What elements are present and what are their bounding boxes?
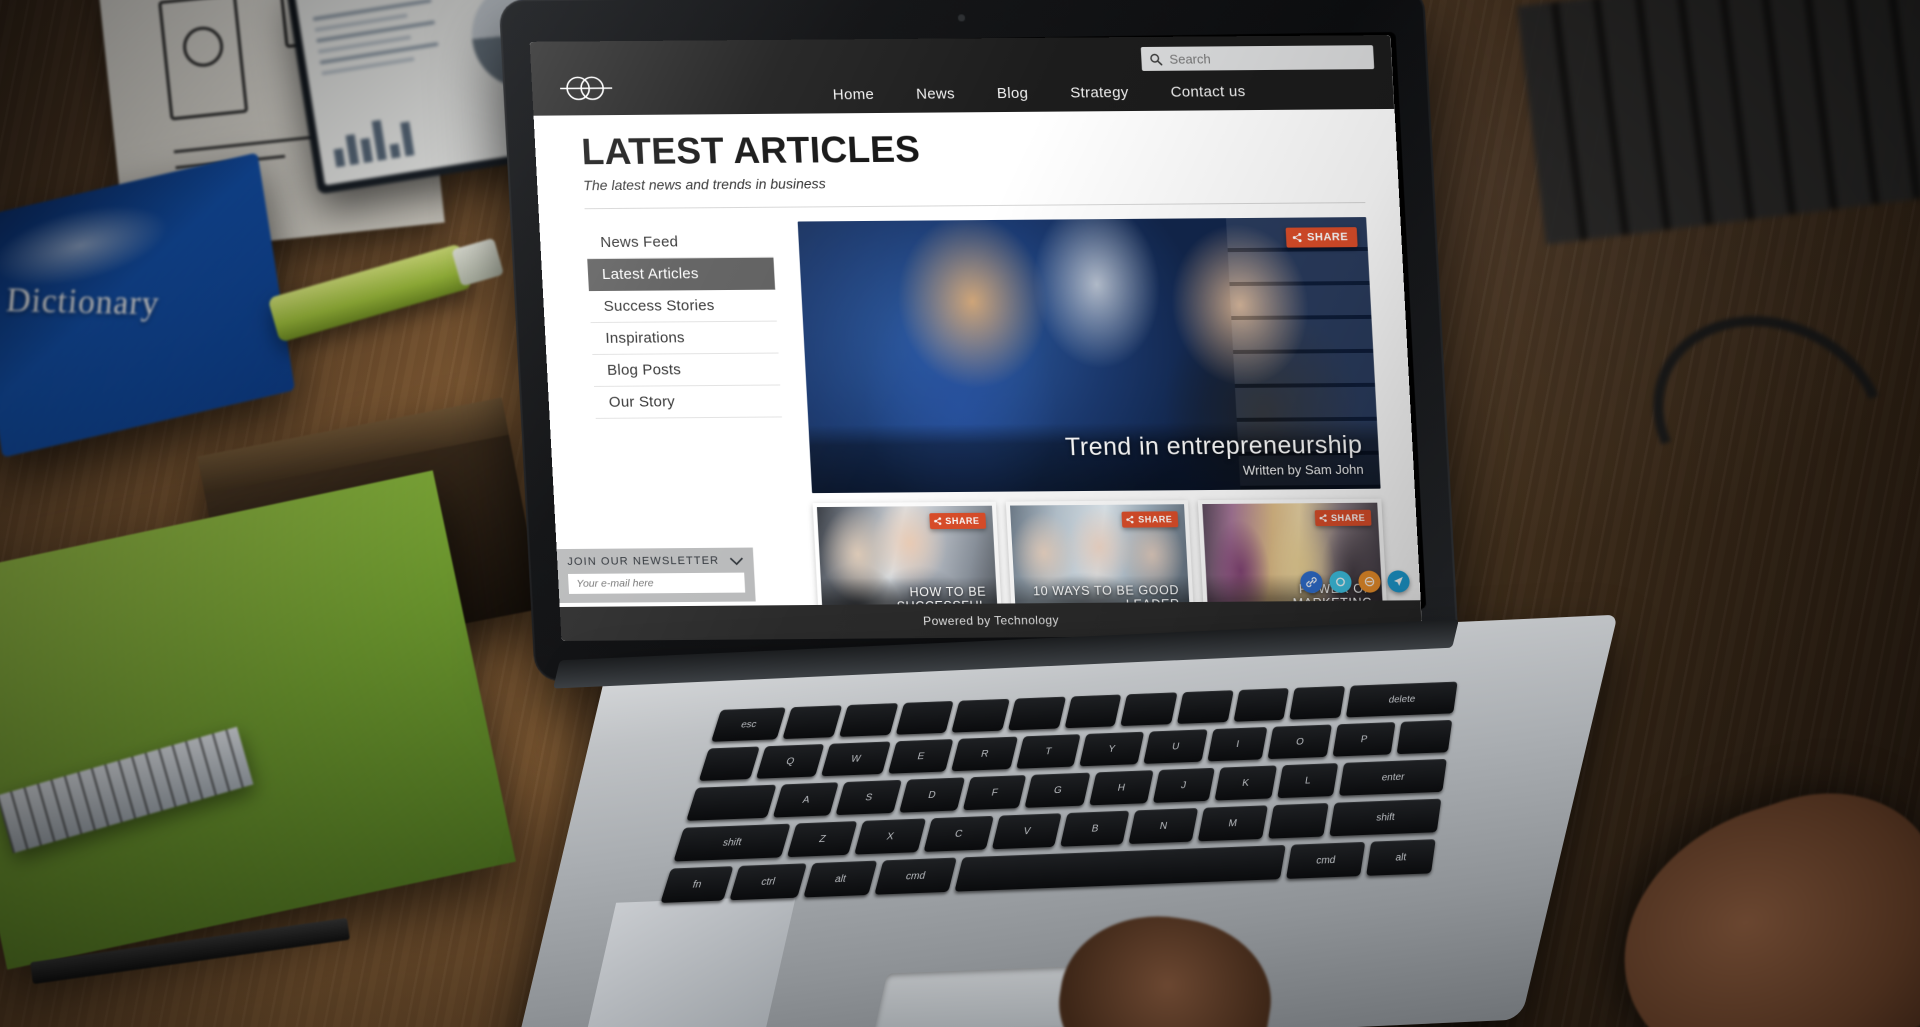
minus-circle-icon (1364, 577, 1375, 587)
sidebar-item-our-story[interactable]: Our Story (594, 385, 782, 419)
sidebar-item-latest-articles[interactable]: Latest Articles (587, 257, 776, 292)
key-m[interactable]: M (1197, 805, 1268, 842)
key-p[interactable]: P (1332, 722, 1396, 757)
site-header: Home News Blog Strategy Contact us (529, 35, 1395, 116)
laptop-keyboard[interactable]: esc delete Q W E R T Y U I O P A S D F G… (637, 681, 1458, 978)
key-enter[interactable]: enter (1338, 758, 1447, 796)
share-icon (1319, 514, 1327, 522)
key-a[interactable]: A (772, 782, 840, 818)
page-subtitle: The latest news and trends in business (582, 175, 827, 194)
key-c[interactable]: C (922, 815, 995, 852)
hero-title: Trend in entrepreneurship (1064, 430, 1363, 462)
search-input[interactable] (1169, 49, 1367, 67)
key-f[interactable]: F (962, 775, 1027, 811)
key-ctrl[interactable]: ctrl (729, 863, 807, 901)
hero-share-button[interactable]: SHARE (1285, 227, 1358, 248)
key-l[interactable]: L (1277, 763, 1339, 799)
share-icon (1126, 515, 1134, 524)
key-shift-left[interactable]: shift (673, 823, 791, 862)
key-o[interactable]: O (1267, 724, 1333, 760)
key-k[interactable]: K (1213, 765, 1277, 801)
nav-item-home[interactable]: Home (832, 86, 874, 103)
nav-item-contact-us[interactable]: Contact us (1170, 83, 1246, 101)
overlapping-circles-logo-icon[interactable] (557, 73, 615, 103)
main-navigation: Home News Blog Strategy Contact us (832, 83, 1245, 103)
key-alt[interactable]: alt (803, 860, 878, 898)
card-share-button[interactable]: SHARE (1121, 511, 1179, 528)
hero-article[interactable]: SHARE Trend in entrepreneurship Written … (797, 217, 1381, 494)
key-alt-right[interactable]: alt (1365, 839, 1436, 876)
laptop-photo-scene: Dictionary (0, 0, 1920, 1027)
newsletter-widget[interactable]: JOIN OUR NEWSLETTER (556, 547, 756, 604)
key-delete[interactable]: delete (1345, 681, 1458, 718)
newsletter-header: JOIN OUR NEWSLETTER (567, 555, 744, 568)
key-q[interactable]: Q (756, 743, 825, 779)
key-r[interactable]: R (951, 736, 1018, 772)
website-viewport: Home News Blog Strategy Contact us Searc… (529, 35, 1423, 641)
webcam-icon (957, 14, 965, 22)
nav-item-strategy[interactable]: Strategy (1070, 84, 1129, 101)
nav-item-news[interactable]: News (916, 85, 956, 102)
sidebar-item-success-stories[interactable]: Success Stories (588, 289, 777, 324)
key-cmd-left[interactable]: cmd (874, 857, 957, 895)
key-n[interactable]: N (1128, 807, 1199, 845)
key-x[interactable]: X (854, 818, 926, 855)
newsletter-heading: JOIN OUR NEWSLETTER (567, 554, 720, 568)
card-share-label: SHARE (1330, 512, 1366, 524)
hero-share-label: SHARE (1306, 231, 1349, 244)
key-v[interactable]: V (991, 813, 1062, 850)
chevron-down-icon[interactable] (729, 556, 743, 565)
hero-caption: Trend in entrepreneurship Written by Sam… (808, 420, 1381, 494)
key-j[interactable]: J (1152, 767, 1215, 803)
search-box[interactable] (1140, 45, 1375, 71)
send-icon (1394, 576, 1403, 586)
hero-byline: Written by Sam John (1242, 461, 1364, 478)
card-share-button[interactable]: SHARE (1314, 509, 1372, 527)
footer-text: Powered by Technology (922, 613, 1060, 629)
key-shift-right[interactable]: shift (1329, 798, 1442, 837)
key-w[interactable]: W (820, 741, 891, 777)
search-icon (1150, 53, 1163, 65)
sidebar-item-blog-posts[interactable]: Blog Posts (592, 353, 781, 387)
key-e[interactable]: E (887, 739, 954, 774)
key-b[interactable]: B (1060, 810, 1130, 847)
laptop-screen: Home News Blog Strategy Contact us Searc… (529, 35, 1423, 641)
key-cmd-right[interactable]: cmd (1286, 841, 1366, 879)
minus-circle-icon-button[interactable] (1357, 570, 1382, 593)
key-u[interactable]: U (1143, 729, 1209, 764)
page-body: LATEST ARTICLES The latest news and tren… (534, 109, 1423, 641)
share-icon (1292, 232, 1302, 243)
key-d[interactable]: D (898, 777, 965, 813)
card-share-label: SHARE (945, 515, 980, 527)
key-fn[interactable]: fn (660, 866, 734, 903)
key-y[interactable]: Y (1079, 731, 1145, 767)
send-icon-button[interactable] (1386, 570, 1411, 593)
key-h[interactable]: H (1089, 770, 1154, 806)
newsletter-input-wrap[interactable] (567, 572, 746, 594)
link-icon-button[interactable] (1299, 571, 1324, 594)
key-i[interactable]: I (1207, 726, 1268, 762)
title-divider (584, 202, 1366, 210)
key-esc[interactable]: esc (711, 707, 787, 742)
laptop: Home News Blog Strategy Contact us Searc… (0, 0, 1920, 1027)
key-t[interactable]: T (1015, 734, 1081, 769)
link-icon (1306, 577, 1317, 588)
social-button-bar (1299, 570, 1411, 594)
key-s[interactable]: S (835, 779, 902, 816)
card-share-label: SHARE (1137, 514, 1173, 525)
page-title: LATEST ARTICLES (580, 128, 922, 173)
key-z[interactable]: Z (786, 821, 858, 858)
key-g[interactable]: G (1024, 772, 1091, 808)
key-space[interactable] (953, 844, 1287, 892)
sidebar-item-inspirations[interactable]: Inspirations (590, 321, 779, 355)
sidebar-item-news-feed[interactable]: News Feed (585, 225, 774, 260)
circle-icon (1336, 577, 1345, 587)
nav-item-blog[interactable]: Blog (997, 85, 1029, 102)
newsletter-email-input[interactable] (576, 576, 737, 590)
share-icon (933, 517, 942, 525)
card-share-button[interactable]: SHARE (928, 512, 986, 530)
circle-icon-button[interactable] (1328, 570, 1353, 593)
